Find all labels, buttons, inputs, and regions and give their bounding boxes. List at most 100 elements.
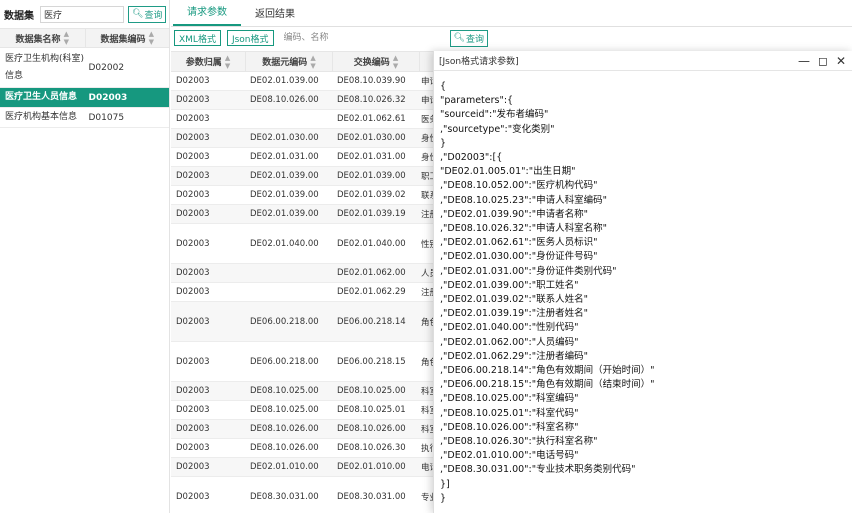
list-item[interactable]: 医疗卫生人员信息 D02003 (0, 88, 169, 108)
table-cell-element: DE06.00.218.00 (250, 316, 319, 327)
table-cell-element: DE02.01.040.00 (250, 238, 319, 249)
table-cell-exchange: DE02.01.010.00 (337, 462, 406, 472)
tab-request-params[interactable]: 请求参数 (173, 3, 241, 26)
list-item[interactable]: 医疗机构基本信息 D01075 (0, 108, 169, 128)
table-cell-owner: D02003 (176, 133, 210, 143)
sort-icon[interactable]: ▲ ▼ (393, 54, 398, 70)
table-cell-owner: D02003 (176, 424, 210, 434)
table-cell-exchange: DE02.01.062.00 (337, 268, 406, 278)
close-icon[interactable]: ✕ (836, 55, 846, 67)
dataset-name: 医疗卫生机构(科室) 信息 (0, 51, 85, 85)
dataset-panel-title: 数据集 (4, 10, 34, 22)
table-cell-owner: D02003 (176, 405, 210, 415)
table-cell-exchange: DE08.10.025.01 (337, 405, 406, 415)
dataset-search-input[interactable] (40, 5, 124, 23)
table-cell-element: DE08.10.025.00 (250, 386, 319, 396)
table-cell-owner: D02003 (176, 491, 210, 502)
table-cell-element: DE02.01.039.00 (250, 76, 319, 86)
table-cell-exchange: DE08.10.025.00 (337, 386, 406, 396)
table-cell-owner: D02003 (176, 462, 210, 472)
table-cell-element: DE08.10.026.00 (250, 95, 319, 105)
tab-bar: 请求参数 返回结果 (171, 0, 852, 27)
table-cell-owner: D02003 (176, 356, 210, 367)
dialog-title: [Json格式请求参数] (439, 57, 519, 67)
table-cell-exchange: DE08.30.031.00 (337, 491, 406, 502)
table-cell-owner: D02003 (176, 95, 210, 105)
param-search-input[interactable] (279, 30, 440, 46)
dialog-controls: — ◻ ✕ (798, 55, 852, 67)
table-cell-exchange: DE02.01.039.00 (337, 171, 406, 181)
dataset-name: 医疗卫生人员信息 (0, 89, 85, 106)
table-cell-element: DE02.01.039.00 (250, 209, 319, 219)
table-cell-element: DE08.10.026.00 (250, 424, 319, 434)
dataset-name-line: 信息 (5, 70, 24, 81)
dialog-header: [Json格式请求参数] — ◻ ✕ (434, 51, 852, 71)
minimize-icon[interactable]: — (798, 55, 810, 67)
table-cell-element: DE02.01.031.00 (250, 152, 319, 162)
table-cell-exchange: DE02.01.030.00 (337, 133, 406, 143)
table-cell-exchange: DE02.01.039.19 (337, 209, 406, 219)
table-cell-exchange: DE02.01.040.00 (337, 238, 406, 249)
dataset-name-line: 医疗卫生机构(科室) (5, 53, 85, 64)
sort-icon[interactable]: ▲ ▼ (310, 54, 315, 70)
table-cell-exchange: DE06.00.218.15 (337, 356, 406, 367)
table-cell-owner: D02003 (176, 287, 210, 297)
list-item[interactable]: 医疗卫生机构(科室) 信息 D02002 (0, 48, 169, 88)
dataset-name-line: 医疗卫生人员信息 (5, 92, 78, 102)
table-cell-owner: D02003 (176, 190, 210, 200)
sort-icon[interactable]: ▲ ▼ (225, 54, 230, 70)
sort-icon[interactable]: ▲ ▼ (149, 30, 154, 46)
table-cell-element: DE02.01.030.00 (250, 133, 319, 143)
table-cell-element: DE06.00.218.00 (250, 356, 319, 367)
search-icon: 🔍︎ (453, 33, 465, 43)
json-content: { "parameters":{ "sourceid":"发布者编码" ,"so… (440, 81, 655, 504)
dataset-list: 医疗卫生机构(科室) 信息 D02002 医疗卫生人员信息 D02003 医疗机构基本信息… (0, 48, 169, 128)
dataset-panel: 数据集 🔍︎ 查询 数据集名称 ▲▼ 数据集编码 ▲▼ 医疗卫生机构(科室) 信息… (0, 0, 170, 513)
table-cell-element: DE02.01.039.00 (250, 171, 319, 181)
tab-return-result[interactable]: 返回结果 (241, 5, 309, 26)
search-icon: 🔍︎ (132, 9, 144, 19)
dataset-code: D02003 (88, 92, 128, 103)
table-cell-element: DE08.30.031.00 (250, 491, 319, 502)
dataset-name: 医疗机构基本信息 (0, 109, 85, 126)
xml-format-button[interactable]: XML格式 (174, 30, 221, 46)
sort-icon[interactable]: ▲ ▼ (64, 30, 69, 46)
column-header-dataset-name[interactable]: 数据集名称 ▲ ▼ (0, 29, 85, 47)
format-toolbar: XML格式 Json格式 🔍︎ 查询 (171, 28, 852, 48)
table-cell-exchange: DE02.01.031.00 (337, 152, 406, 162)
table-cell-owner: D02003 (176, 171, 210, 181)
column-header-owner[interactable]: 参数归属 ▲ ▼ (171, 52, 245, 71)
table-cell-owner: D02003 (176, 386, 210, 396)
table-cell-owner: D02003 (176, 316, 210, 327)
table-cell-exchange: DE02.01.062.29 (337, 287, 406, 297)
table-cell-element: DE08.10.026.00 (250, 443, 319, 453)
table-cell-owner: D02003 (176, 114, 210, 124)
param-query-button[interactable]: 🔍︎ 查询 (449, 29, 488, 47)
table-cell-exchange: DE08.10.026.00 (337, 424, 406, 434)
column-header-dataset-code[interactable]: 数据集编码 ▲ ▼ (84, 29, 170, 47)
table-cell-element: DE02.01.039.00 (250, 190, 319, 200)
dataset-query-label: 查询 (144, 10, 163, 21)
table-cell-owner: D02003 (176, 443, 210, 453)
param-query-label: 查询 (465, 34, 484, 45)
table-cell-element: DE08.10.025.00 (250, 405, 319, 415)
dataset-code: D01075 (88, 112, 125, 123)
table-cell-exchange: DE08.10.026.32 (337, 95, 406, 105)
table-cell-exchange: DE02.01.062.61 (337, 114, 406, 124)
table-cell-exchange: DE02.01.039.02 (337, 190, 406, 200)
dataset-name-line: 医疗机构基本信息 (5, 112, 78, 122)
table-cell-owner: D02003 (176, 152, 210, 162)
dataset-code: D02002 (88, 62, 125, 73)
table-cell-owner: D02003 (176, 209, 210, 219)
table-cell-owner: D02003 (176, 268, 210, 278)
column-header-element-code[interactable]: 数据元编码 ▲ ▼ (245, 52, 332, 71)
column-header-exchange-code[interactable]: 交换编码 ▲ ▼ (332, 52, 419, 71)
dataset-query-button[interactable]: 🔍︎ 查询 (128, 5, 167, 23)
maximize-icon[interactable]: ◻ (818, 55, 828, 67)
dataset-search-bar: 数据集 🔍︎ 查询 (0, 0, 169, 28)
table-cell-owner: D02003 (176, 238, 210, 249)
table-cell-exchange: DE08.10.026.30 (337, 443, 406, 453)
table-cell-element: DE02.01.010.00 (250, 462, 319, 472)
table-cell-owner: D02003 (176, 76, 210, 86)
json-format-button[interactable]: Json格式 (226, 30, 274, 46)
